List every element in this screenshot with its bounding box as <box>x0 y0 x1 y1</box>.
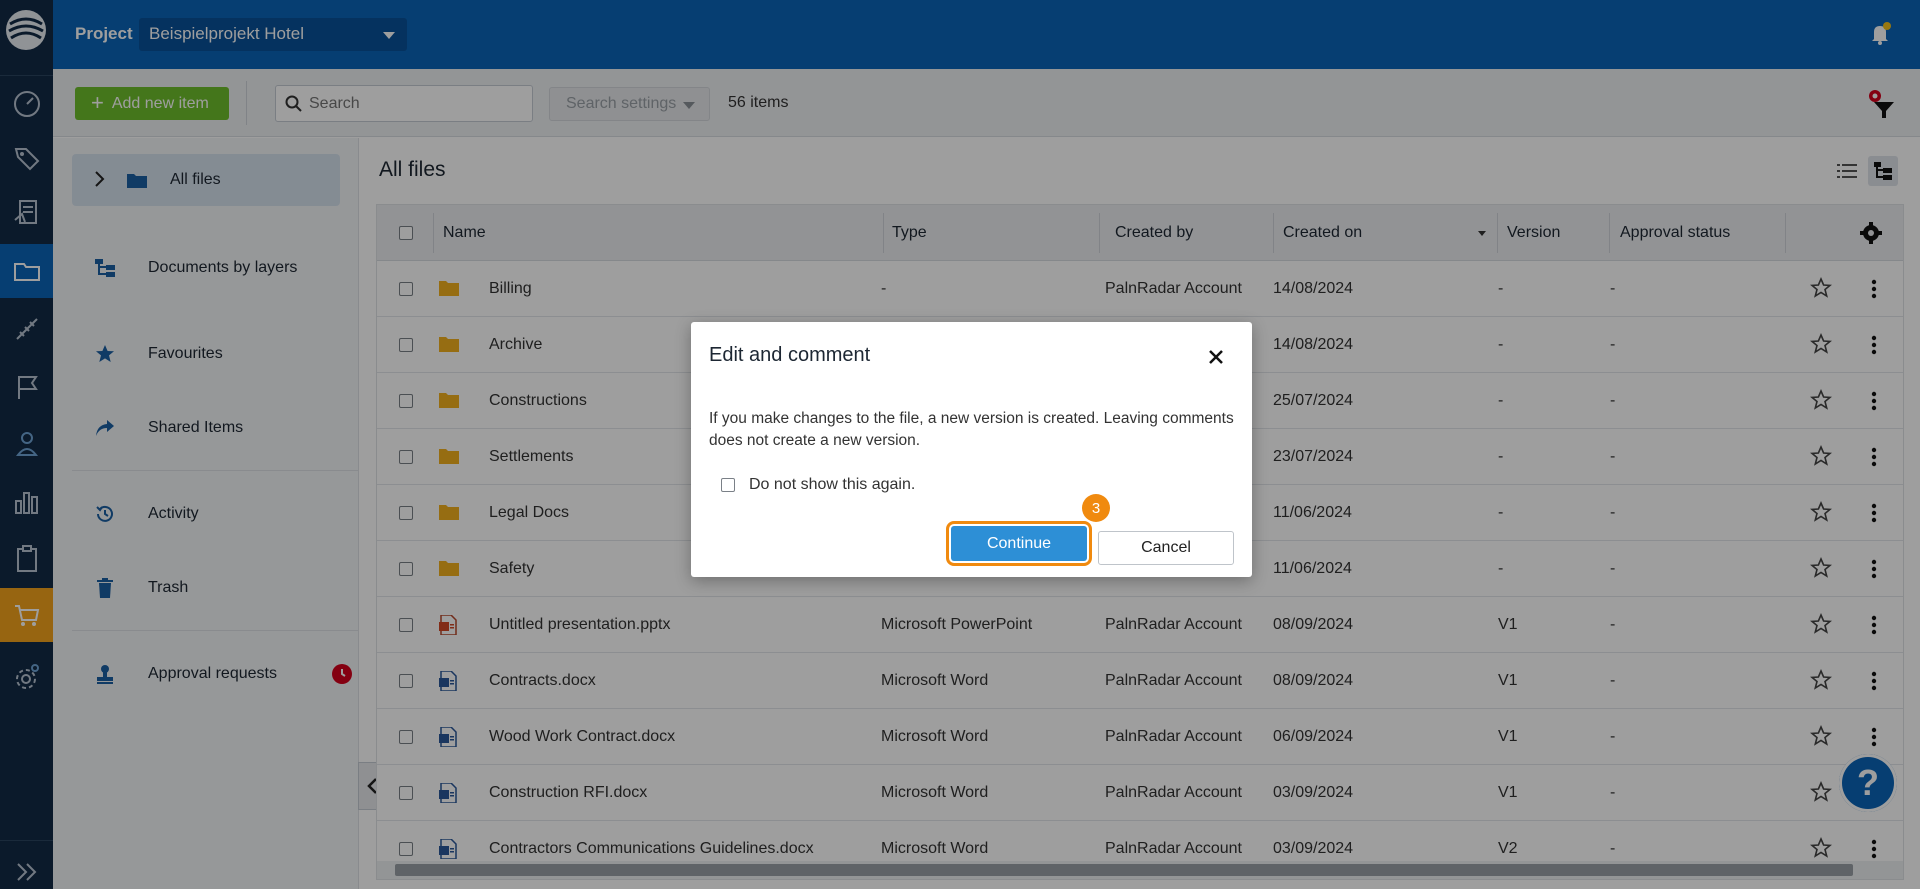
cancel-button[interactable]: Cancel <box>1098 531 1234 565</box>
dialog-message: If you make changes to the file, a new v… <box>709 410 1234 449</box>
dont-show-again-checkbox[interactable] <box>721 478 735 492</box>
continue-button[interactable]: Continue <box>946 521 1092 566</box>
edit-comment-dialog: Edit and comment If you make changes to … <box>691 322 1252 577</box>
dont-show-again-row[interactable]: Do not show this again. <box>721 476 915 494</box>
step-badge: 3 <box>1082 494 1110 522</box>
dialog-title: Edit and comment <box>709 344 871 366</box>
close-icon[interactable] <box>1205 346 1227 368</box>
dont-show-again-label: Do not show this again. <box>749 476 916 493</box>
